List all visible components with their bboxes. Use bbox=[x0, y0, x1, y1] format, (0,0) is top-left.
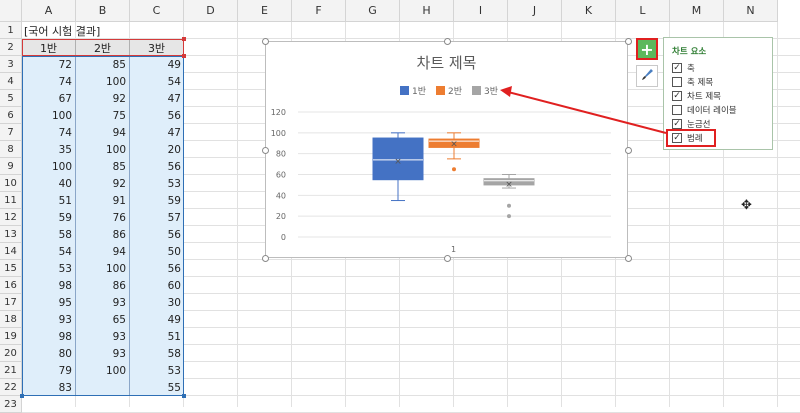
y-tick-label: 0 bbox=[281, 233, 286, 242]
checkbox[interactable] bbox=[672, 77, 682, 87]
row-header-4[interactable]: 4 bbox=[0, 73, 22, 90]
row-header-13[interactable]: 13 bbox=[0, 226, 22, 243]
row-header-6[interactable]: 6 bbox=[0, 107, 22, 124]
row-header-1[interactable]: 1 bbox=[0, 22, 22, 39]
column-header-M[interactable]: M bbox=[670, 0, 724, 22]
row-header-19[interactable]: 19 bbox=[0, 328, 22, 345]
gridline bbox=[777, 22, 778, 407]
row-header-21[interactable]: 21 bbox=[0, 362, 22, 379]
range-handle bbox=[182, 54, 186, 58]
y-tick-label: 80 bbox=[276, 150, 286, 159]
chart-element-option[interactable]: 데이터 레이블 bbox=[672, 104, 737, 116]
range-handle bbox=[182, 394, 186, 398]
row-header-11[interactable]: 11 bbox=[0, 192, 22, 209]
plot-area[interactable]: 0 20 40 60 80 100 120 × × × 1 bbox=[266, 42, 627, 257]
panel-title: 차트 요소 bbox=[672, 47, 707, 57]
header-range-outline bbox=[22, 39, 184, 56]
column-header-G[interactable]: G bbox=[346, 0, 400, 22]
column-header-I[interactable]: I bbox=[454, 0, 508, 22]
row-header-7[interactable]: 7 bbox=[0, 124, 22, 141]
row-header-14[interactable]: 14 bbox=[0, 243, 22, 260]
chart-resize-handle[interactable] bbox=[625, 255, 632, 262]
chart-resize-handle[interactable] bbox=[262, 38, 269, 45]
chart-resize-handle[interactable] bbox=[262, 255, 269, 262]
column-header-D[interactable]: D bbox=[184, 0, 238, 22]
row-header-2[interactable]: 2 bbox=[0, 39, 22, 56]
y-tick-label: 20 bbox=[276, 212, 286, 221]
column-header-C[interactable]: C bbox=[130, 0, 184, 22]
y-tick-label: 120 bbox=[271, 108, 286, 117]
select-all-corner[interactable] bbox=[0, 0, 22, 22]
chart-resize-handle[interactable] bbox=[262, 146, 269, 154]
outlier-point bbox=[507, 214, 511, 219]
column-header-L[interactable]: L bbox=[616, 0, 670, 22]
row-header-12[interactable]: 12 bbox=[0, 209, 22, 226]
checkbox[interactable] bbox=[672, 105, 682, 115]
row-header-23[interactable]: 23 bbox=[0, 396, 22, 413]
brush-icon bbox=[640, 67, 654, 86]
column-header-F[interactable]: F bbox=[292, 0, 346, 22]
y-tick-label: 100 bbox=[271, 129, 286, 138]
row-header-3[interactable]: 3 bbox=[0, 56, 22, 73]
chart-resize-handle[interactable] bbox=[443, 255, 451, 262]
sheet-title-cell[interactable]: [국어 시험 결과] bbox=[22, 22, 162, 39]
checkbox[interactable]: ✓ bbox=[672, 119, 682, 129]
row-header-10[interactable]: 10 bbox=[0, 175, 22, 192]
data-range-outline bbox=[22, 56, 184, 396]
row-header-17[interactable]: 17 bbox=[0, 294, 22, 311]
y-tick-label: 60 bbox=[276, 171, 286, 180]
range-handle bbox=[20, 394, 24, 398]
row-header-9[interactable]: 9 bbox=[0, 158, 22, 175]
column-header-A[interactable]: A bbox=[22, 0, 76, 22]
mean-marker: × bbox=[394, 157, 402, 167]
chart-elements-panel: 차트 요소 ✓ 축 축 제목 ✓ 차트 제목 데이터 레이블 ✓ 눈금선 ✓ 범례 bbox=[663, 37, 773, 150]
chart-elements-button[interactable]: + bbox=[636, 38, 658, 60]
chart-element-option[interactable]: 축 제목 bbox=[672, 76, 713, 88]
mean-marker: × bbox=[450, 139, 458, 149]
range-handle bbox=[182, 37, 186, 41]
outlier-point bbox=[452, 167, 456, 172]
checkbox[interactable]: ✓ bbox=[672, 91, 682, 101]
row-header-18[interactable]: 18 bbox=[0, 311, 22, 328]
outlier-point bbox=[507, 203, 511, 208]
chart-resize-handle[interactable] bbox=[625, 38, 632, 45]
chart-resize-handle[interactable] bbox=[625, 146, 632, 154]
chart-element-option[interactable]: ✓ 축 bbox=[672, 62, 695, 74]
column-header-N[interactable]: N bbox=[724, 0, 778, 22]
gridline bbox=[237, 22, 238, 407]
option-label: 축 제목 bbox=[687, 78, 714, 88]
column-header-J[interactable]: J bbox=[508, 0, 562, 22]
crosshair-cursor-icon: ✥ bbox=[741, 198, 752, 213]
checkbox[interactable]: ✓ bbox=[672, 63, 682, 73]
row-header-8[interactable]: 8 bbox=[0, 141, 22, 158]
chart-resize-handle[interactable] bbox=[443, 38, 451, 45]
row-header-5[interactable]: 5 bbox=[0, 90, 22, 107]
legend-option-highlight bbox=[666, 129, 716, 147]
column-header-K[interactable]: K bbox=[562, 0, 616, 22]
option-label: 축 bbox=[687, 64, 695, 74]
chart-element-option[interactable]: ✓ 차트 제목 bbox=[672, 90, 721, 102]
y-tick-label: 40 bbox=[276, 191, 286, 200]
row-header-16[interactable]: 16 bbox=[0, 277, 22, 294]
x-category-label: 1 bbox=[451, 245, 456, 254]
row-header-20[interactable]: 20 bbox=[0, 345, 22, 362]
plus-icon: + bbox=[640, 39, 654, 59]
column-header-E[interactable]: E bbox=[238, 0, 292, 22]
column-header-B[interactable]: B bbox=[76, 0, 130, 22]
column-header-H[interactable]: H bbox=[400, 0, 454, 22]
mean-marker: × bbox=[505, 180, 513, 190]
chart-styles-button[interactable] bbox=[636, 65, 658, 87]
box-plot-chart[interactable]: 차트 제목 1반 2반 3반 0 20 40 60 80 100 120 × × × 1 bbox=[265, 41, 628, 258]
option-label: 차트 제목 bbox=[687, 92, 721, 102]
option-label: 데이터 레이블 bbox=[687, 106, 737, 116]
row-header-22[interactable]: 22 bbox=[0, 379, 22, 396]
row-header-15[interactable]: 15 bbox=[0, 260, 22, 277]
